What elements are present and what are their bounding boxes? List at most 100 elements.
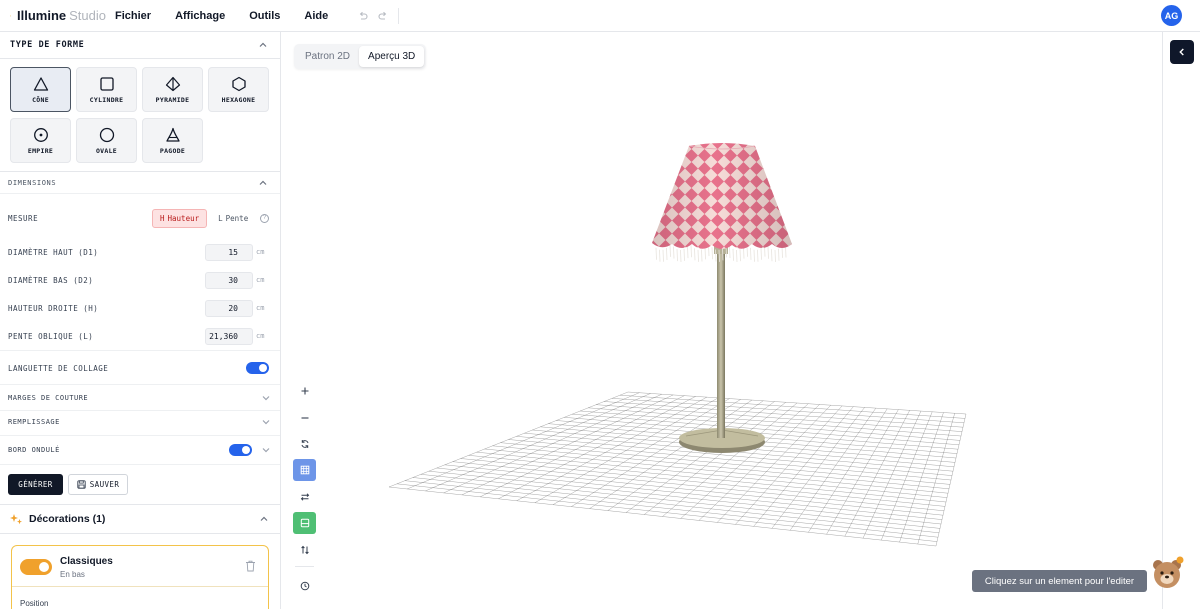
unit-label: cm: [256, 332, 265, 340]
floor-toggle-button[interactable]: [293, 512, 316, 534]
chevron-down-icon[interactable]: [261, 393, 271, 403]
fringe-strand: [778, 248, 780, 261]
fringe-strand: [767, 246, 769, 259]
fit-width-button[interactable]: [293, 486, 316, 508]
grid-line: [436, 467, 943, 520]
floor-grid: [388, 391, 967, 547]
field-row-d2: DIAMÈTRE BAS (D2) 30 cm: [0, 270, 280, 290]
unit-label: cm: [256, 276, 265, 284]
grid-line: [420, 474, 941, 529]
diameter-bottom-input[interactable]: 30: [205, 271, 253, 289]
lamp-scene[interactable]: [282, 32, 1162, 609]
shape-cylinder[interactable]: CYLINDRE: [76, 67, 137, 112]
divider: [0, 410, 280, 411]
reset-rotation-button[interactable]: [293, 433, 316, 455]
field-label: PENTE OBLIQUE (L): [8, 331, 94, 341]
fringe-strand: [757, 249, 759, 262]
shape-label: EMPIRE: [27, 146, 54, 155]
triangle-icon: [33, 76, 48, 91]
divider: [0, 384, 280, 385]
flip-button[interactable]: [293, 539, 316, 561]
tab-patron-2d[interactable]: Patron 2D: [296, 46, 359, 67]
fringe-strand: [662, 249, 664, 262]
glue-tab-label: LANGUETTE DE COLLAGE: [8, 363, 109, 373]
divider: [0, 435, 280, 436]
generate-button[interactable]: GÉNÉRER: [8, 474, 63, 495]
shape-oval[interactable]: OVALE: [76, 118, 137, 163]
zoom-in-button[interactable]: [293, 380, 316, 402]
field-row-l: PENTE OBLIQUE (L) 21,360 cm: [0, 326, 280, 346]
height-input[interactable]: 20: [205, 299, 253, 317]
help-icon[interactable]: ?: [260, 213, 269, 223]
bear-mascot-icon[interactable]: [1150, 556, 1184, 590]
field-label: DIAMÈTRE HAUT (D1): [8, 247, 99, 257]
grid-line: [753, 406, 854, 527]
fringe-strand: [774, 249, 776, 262]
wavy-edge-toggle[interactable]: [229, 444, 252, 456]
undo-icon[interactable]: [358, 11, 368, 21]
menu-fichier[interactable]: Fichier: [115, 10, 151, 22]
circle-icon: [99, 127, 114, 142]
brand-suffix: Studio: [69, 8, 106, 23]
wavy-edge-label: BORD ONDULÉ: [8, 446, 60, 454]
grid-toggle-button[interactable]: [293, 459, 316, 481]
fringe-strand: [676, 249, 678, 262]
shape-type-title: TYPE DE FORME: [10, 40, 85, 50]
fringe-strand: [697, 249, 699, 262]
trash-icon[interactable]: [245, 560, 256, 572]
rotate-icon: [301, 440, 308, 448]
history-button[interactable]: [293, 575, 316, 597]
chevron-up-icon[interactable]: [258, 178, 268, 188]
shape-hexagon[interactable]: HEXAGONE: [208, 67, 269, 112]
shape-label: HEXAGONE: [221, 95, 256, 104]
pyramid-icon: [165, 76, 180, 91]
shape-type-header[interactable]: TYPE DE FORME: [0, 32, 280, 59]
seam-margins-row[interactable]: MARGES DE COUTURE: [0, 388, 280, 408]
shape-pagoda[interactable]: PAGODE: [142, 118, 203, 163]
fringe-strand: [760, 247, 762, 260]
app-logo: Illumine Studio: [10, 8, 106, 23]
zoom-out-button[interactable]: [293, 407, 316, 429]
top-bar: Illumine Studio Fichier Affichage Outils …: [0, 0, 1200, 32]
fringe-strand: [669, 244, 671, 257]
shape-empire[interactable]: EMPIRE: [10, 118, 71, 163]
menu-aide[interactable]: Aide: [304, 10, 328, 22]
shape-label: PYRAMIDE: [155, 95, 190, 104]
chevron-left-icon: [1179, 48, 1184, 56]
fringe-strand: [687, 246, 689, 259]
fringe-strand: [655, 247, 657, 260]
measure-option-pente[interactable]: L Pente: [211, 209, 255, 228]
menu-outils[interactable]: Outils: [249, 10, 280, 22]
slant-input[interactable]: 21,360: [205, 327, 253, 345]
dimensions-header[interactable]: DIMENSIONS: [0, 172, 280, 194]
save-label: SAUVER: [89, 480, 120, 489]
chevron-down-icon[interactable]: [261, 417, 271, 427]
decorations-header[interactable]: Décorations (1): [0, 504, 280, 534]
fringe-strand: [680, 249, 682, 263]
save-button[interactable]: SAUVER: [68, 474, 128, 495]
decoration-card[interactable]: Classiques En bas Position: [11, 545, 269, 609]
shape-cone[interactable]: CÔNE: [10, 67, 71, 112]
3d-viewport[interactable]: Patron 2D Aperçu 3D: [282, 32, 1162, 609]
hexagon-icon: [231, 76, 246, 91]
menu-affichage[interactable]: Affichage: [175, 10, 225, 22]
tab-apercu-3d[interactable]: Aperçu 3D: [359, 46, 425, 67]
fringe-strand: [711, 247, 713, 260]
circle-dot-icon: [33, 127, 48, 142]
grid-line: [428, 470, 942, 525]
shape-pyramid[interactable]: PYRAMIDE: [142, 67, 203, 112]
measure-option-hauteur[interactable]: H Hauteur: [152, 208, 208, 228]
fill-row[interactable]: REMPLISSAGE: [0, 412, 280, 432]
divider: [0, 350, 280, 351]
glue-tab-toggle[interactable]: [246, 362, 269, 374]
chevron-up-icon[interactable]: [259, 514, 269, 524]
redo-icon[interactable]: [378, 11, 388, 21]
diameter-top-input[interactable]: 15: [205, 243, 253, 261]
dimensions-title: DIMENSIONS: [8, 178, 57, 187]
decoration-toggle[interactable]: [20, 559, 52, 575]
chevron-up-icon[interactable]: [258, 40, 268, 50]
avatar[interactable]: AG: [1161, 5, 1182, 26]
unit-label: cm: [256, 304, 265, 312]
chevron-down-icon[interactable]: [261, 445, 271, 455]
expand-panel-button[interactable]: [1170, 40, 1194, 64]
